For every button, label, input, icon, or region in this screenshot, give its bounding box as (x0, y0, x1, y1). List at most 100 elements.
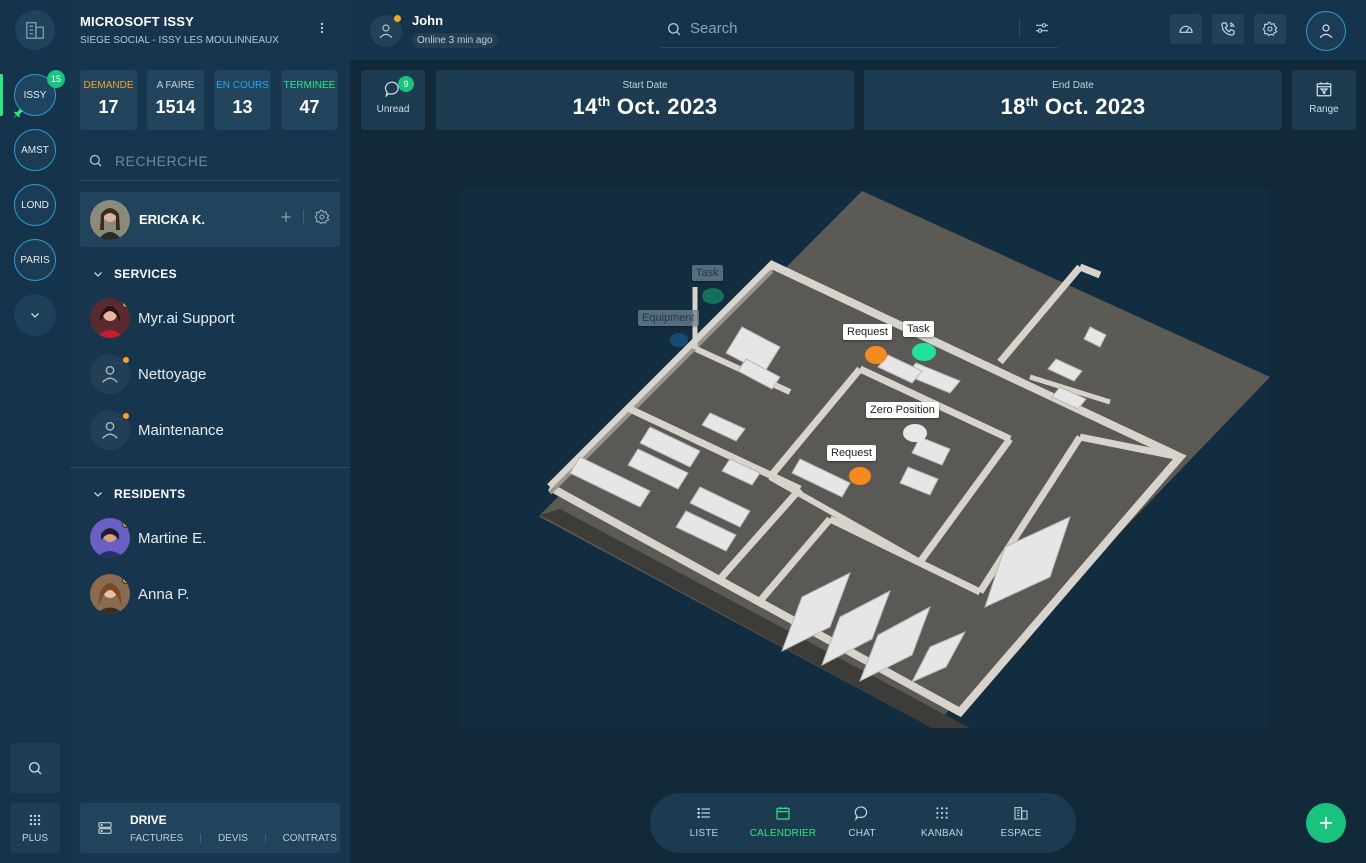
top-search-input[interactable]: Search (660, 10, 1058, 48)
gauge-icon (1179, 25, 1193, 33)
end-date-box[interactable]: End Date 18th Oct. 2023 (864, 70, 1282, 130)
user-icon (90, 354, 130, 394)
nav-espace[interactable]: ESPACE (986, 805, 1056, 839)
phone-icon (1221, 22, 1235, 36)
search-icon (668, 22, 681, 35)
expand-sites-button[interactable] (14, 294, 56, 336)
drive-link-factures[interactable]: FACTURES (130, 833, 183, 844)
avatar (90, 199, 130, 240)
nav-calendrier[interactable]: CALENDRIER (748, 805, 818, 839)
marker-label-task: Task (903, 321, 934, 337)
avatar (90, 518, 130, 558)
residents-header[interactable]: RESIDENTS (92, 487, 185, 501)
add-button[interactable] (1306, 803, 1346, 843)
profile-button[interactable] (1306, 11, 1346, 51)
drive-card[interactable]: DRIVE FACTURES | DEVIS | CONTRATS (80, 803, 340, 853)
plus-icon[interactable] (279, 210, 293, 224)
org-name: MICROSOFT ISSY (80, 14, 195, 29)
nav-chat[interactable]: CHAT (827, 805, 897, 839)
filter-button[interactable] (1019, 19, 1050, 37)
site-amst[interactable]: AMST (14, 129, 56, 171)
service-nettoyage[interactable]: Nettoyage (90, 352, 330, 396)
marker-label-equipment-faded: Equipment (638, 310, 699, 326)
building-logo-icon (15, 10, 55, 50)
bottom-nav: LISTE CALENDRIER CHAT KANBAN ESPACE (650, 793, 1076, 853)
main-area: John Online 3 min ago Search 9 Unread St… (350, 0, 1366, 863)
top-bar: John Online 3 min ago Search (350, 0, 1366, 60)
floorplan-3d-view[interactable]: Task Equipment Request Task Zero Positio… (460, 187, 1270, 728)
settings-button[interactable] (1254, 14, 1286, 44)
site-issy-badge: 15 (47, 70, 65, 88)
chat-icon (854, 806, 868, 821)
dashboard-button[interactable] (1170, 14, 1202, 44)
stat-demande[interactable]: DEMANDE 17 (80, 70, 137, 130)
active-site-indicator (0, 74, 3, 116)
panel-divider (70, 467, 350, 468)
zero-position-marker[interactable] (903, 424, 927, 442)
gear-icon[interactable] (314, 209, 330, 225)
nav-kanban[interactable]: KANBAN (907, 805, 977, 839)
top-user[interactable]: John Online 3 min ago (370, 13, 498, 48)
drive-links: FACTURES | DEVIS | CONTRATS (130, 833, 337, 844)
more-vertical-icon[interactable] (320, 22, 324, 34)
unread-messages-button[interactable]: 9 Unread (361, 70, 425, 130)
marker-label-request-2: Request (827, 445, 876, 461)
chevron-down-icon (94, 272, 102, 277)
current-user-name: ERICKA K. (139, 212, 205, 227)
rail-search-button[interactable] (10, 743, 60, 793)
user-icon (1319, 24, 1333, 39)
equipment-marker-faded[interactable] (670, 333, 688, 347)
site-rail: ISSY 15 AMST LOND PARIS PLUS (0, 0, 70, 863)
user-icon (370, 14, 402, 47)
service-myrai-support[interactable]: Myr.ai Support (90, 296, 330, 340)
call-button[interactable] (1212, 14, 1244, 44)
sliders-icon (1036, 23, 1048, 33)
request-marker-2[interactable] (849, 467, 871, 485)
chevron-down-icon (94, 492, 102, 497)
stat-terminee[interactable]: TERMINEE 47 (281, 70, 338, 130)
resident-martine[interactable]: Martine E. (90, 516, 330, 560)
plus-icon (1320, 817, 1332, 829)
left-panel: MICROSOFT ISSY SIEGE SOCIAL - ISSY LES M… (70, 0, 350, 863)
stats-row: DEMANDE 17 A FAIRE 1514 EN COURS 13 TERM… (80, 70, 338, 130)
resident-anna[interactable]: Anna P. (90, 572, 330, 616)
services-header[interactable]: SERVICES (92, 267, 177, 281)
gear-icon (1262, 21, 1278, 37)
calendar-filter-icon (1316, 82, 1332, 97)
marker-label-zero-position: Zero Position (866, 402, 939, 418)
kanban-icon (936, 807, 948, 819)
chevron-down-icon (31, 313, 39, 318)
marker-label-request: Request (843, 324, 892, 340)
drive-link-devis[interactable]: DEVIS (218, 833, 248, 844)
unread-badge: 9 (398, 76, 414, 92)
task-marker[interactable] (912, 343, 936, 361)
range-button[interactable]: Range (1292, 70, 1356, 130)
avatar (90, 298, 130, 338)
end-date-value: 18th Oct. 2023 (1000, 94, 1146, 119)
start-date-box[interactable]: Start Date 14th Oct. 2023 (436, 70, 854, 130)
stat-a-faire[interactable]: A FAIRE 1514 (147, 70, 204, 130)
nav-liste[interactable]: LISTE (669, 805, 739, 839)
drive-link-contrats[interactable]: CONTRATS (283, 833, 337, 844)
rail-more-button[interactable]: PLUS (10, 803, 60, 853)
org-subtitle: SIEGE SOCIAL - ISSY LES MOULINNEAUX (80, 35, 279, 46)
top-user-status: Online 3 min ago (412, 33, 498, 48)
user-icon (90, 410, 130, 450)
site-lond[interactable]: LOND (14, 184, 56, 226)
avatar (90, 574, 130, 614)
request-marker[interactable] (865, 346, 887, 364)
current-user-card[interactable]: ERICKA K. (80, 192, 340, 247)
panel-search-input[interactable]: RECHERCHE (80, 141, 340, 181)
top-user-name: John (412, 13, 444, 28)
task-marker-faded[interactable] (702, 288, 724, 304)
list-icon (697, 807, 710, 819)
user-card-actions (279, 209, 330, 225)
start-date-value: 14th Oct. 2023 (572, 94, 718, 119)
calendar-icon (776, 807, 790, 820)
site-paris[interactable]: PARIS (14, 239, 56, 281)
org-header: MICROSOFT ISSY SIEGE SOCIAL - ISSY LES M… (80, 14, 279, 46)
service-maintenance[interactable]: Maintenance (90, 408, 330, 452)
marker-label-task-faded: Task (692, 265, 723, 281)
search-icon (29, 762, 42, 775)
stat-en-cours[interactable]: EN COURS 13 (214, 70, 271, 130)
